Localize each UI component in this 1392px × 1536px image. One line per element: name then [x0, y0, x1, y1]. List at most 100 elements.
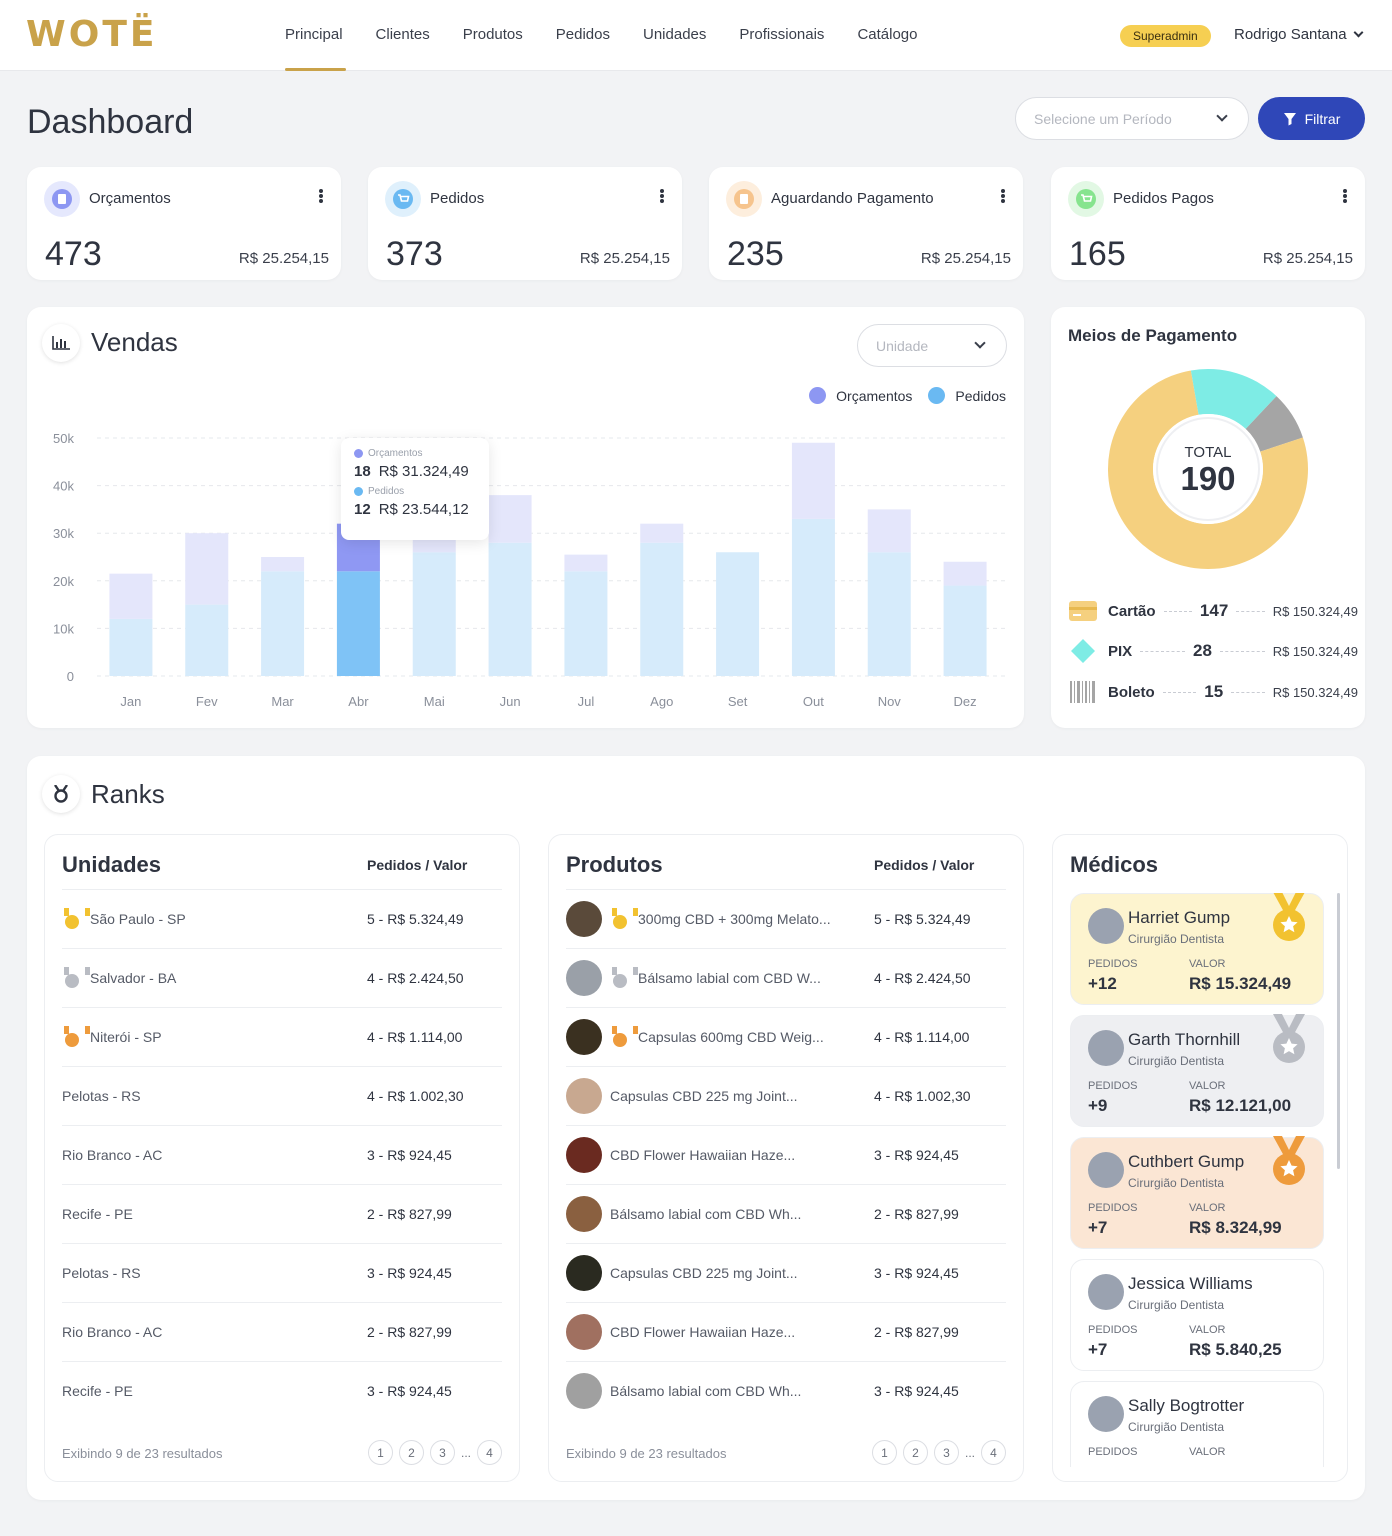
- period-select[interactable]: Selecione um Período: [1015, 97, 1249, 140]
- rank-row[interactable]: Capsulas CBD 225 mg Joint... 4 - R$ 1.002…: [566, 1066, 1006, 1125]
- bar-orcamentos[interactable]: [640, 523, 684, 543]
- rank-name: Niterói - SP: [90, 1029, 162, 1045]
- doctor-card[interactable]: Harriet Gump Cirurgião Dentista PEDIDOS …: [1070, 893, 1324, 1005]
- page-button[interactable]: 2: [398, 1440, 424, 1465]
- doctors-scrollbar[interactable]: [1337, 893, 1340, 1169]
- doctor-card[interactable]: Garth Thornhill Cirurgião Dentista PEDID…: [1070, 1014, 1324, 1127]
- bar-orcamentos[interactable]: [185, 533, 229, 605]
- nav-item-pedidos[interactable]: Pedidos: [556, 0, 610, 71]
- bar-pedidos[interactable]: [412, 552, 456, 676]
- stat-count: 165: [1069, 235, 1126, 273]
- units-title: Unidades: [62, 852, 162, 877]
- avatar: [1088, 1030, 1124, 1066]
- pix-icon: [1071, 639, 1095, 663]
- bar-orcamentos[interactable]: [867, 509, 911, 553]
- doctor-orders: +7: [1088, 1340, 1108, 1359]
- rank-name: Capsulas CBD 225 mg Joint...: [610, 1265, 798, 1281]
- doctor-card[interactable]: Cuthbert Gump Cirurgião Dentista PEDIDOS…: [1070, 1136, 1324, 1249]
- page-button[interactable]: 1: [871, 1440, 897, 1465]
- doctor-value: R$ 15.324,49: [1189, 974, 1292, 993]
- bar-pedidos[interactable]: [185, 604, 229, 676]
- doctor-name: Cuthbert Gump: [1128, 1152, 1245, 1171]
- bar-orcamentos[interactable]: [488, 495, 532, 543]
- stat-label: Aguardando Pagamento: [771, 190, 934, 207]
- rank-value: 3 - R$ 924,45: [874, 1383, 959, 1399]
- stat-card-pedidos[interactable]: Pedidos 373 R$ 25.254,15: [368, 167, 682, 280]
- bar-pedidos[interactable]: [109, 618, 153, 676]
- y-tick-label: 30k: [53, 526, 74, 541]
- rank-row[interactable]: Niterói - SP 4 - R$ 1.114,00: [62, 1007, 502, 1066]
- barcode-icon: [1070, 681, 1095, 703]
- rank-row[interactable]: CBD Flower Hawaiian Haze... 3 - R$ 924,45: [566, 1125, 1006, 1184]
- bar-orcamentos[interactable]: [564, 554, 608, 572]
- rank-row[interactable]: São Paulo - SP 5 - R$ 5.324,49: [62, 889, 502, 948]
- bar-pedidos[interactable]: [488, 542, 532, 676]
- doctor-card[interactable]: Sally Bogtrotter Cirurgião Dentista PEDI…: [1070, 1381, 1324, 1467]
- more-menu-icon[interactable]: [1001, 189, 1005, 203]
- bar-orcamentos[interactable]: [943, 561, 987, 586]
- nav-item-produtos[interactable]: Produtos: [463, 0, 523, 71]
- doctors-list[interactable]: Harriet Gump Cirurgião Dentista PEDIDOS …: [1053, 893, 1347, 1467]
- bar-pedidos[interactable]: [261, 571, 305, 676]
- rank-row[interactable]: Bálsamo labial com CBD Wh... 2 - R$ 827,9…: [566, 1184, 1006, 1243]
- page-button[interactable]: 3: [429, 1440, 455, 1465]
- page-button[interactable]: 1: [367, 1440, 393, 1465]
- silver-medal-icon: [1273, 1014, 1305, 1063]
- rank-row[interactable]: Capsulas 600mg CBD Weig... 4 - R$ 1.114,0…: [566, 1007, 1006, 1066]
- bar-pedidos[interactable]: [867, 552, 911, 676]
- page-button[interactable]: 4: [981, 1440, 1006, 1465]
- rank-row[interactable]: Bálsamo labial com CBD W... 4 - R$ 2.424,…: [566, 948, 1006, 1007]
- filter-button[interactable]: Filtrar: [1258, 97, 1365, 140]
- gold-medal-icon: [610, 908, 638, 930]
- bar-pedidos[interactable]: [564, 571, 608, 676]
- user-menu[interactable]: Rodrigo Santana: [1234, 26, 1364, 43]
- stat-card-orcamentos[interactable]: Orçamentos 473 R$ 25.254,15: [27, 167, 341, 280]
- bar-orcamentos[interactable]: [109, 573, 153, 619]
- rank-row[interactable]: Recife - PE 2 - R$ 827,99: [62, 1184, 502, 1243]
- bar-pedidos[interactable]: [791, 518, 835, 676]
- rank-row[interactable]: Recife - PE 3 - R$ 924,45: [62, 1361, 502, 1420]
- nav-item-unidades[interactable]: Unidades: [643, 0, 706, 71]
- legend-item-orcamentos[interactable]: Orçamentos: [809, 387, 912, 404]
- page-button[interactable]: 2: [902, 1440, 928, 1465]
- value-label: VALOR: [1189, 958, 1226, 970]
- avatar: [1088, 1274, 1124, 1310]
- more-menu-icon[interactable]: [660, 189, 664, 203]
- rank-row[interactable]: Capsulas CBD 225 mg Joint... 3 - R$ 924,4…: [566, 1243, 1006, 1302]
- page-button[interactable]: 3: [933, 1440, 959, 1465]
- rank-row[interactable]: Pelotas - RS 4 - R$ 1.002,30: [62, 1066, 502, 1125]
- rank-row[interactable]: Bálsamo labial com CBD Wh... 3 - R$ 924,4…: [566, 1361, 1006, 1420]
- rank-row[interactable]: Rio Branco - AC 3 - R$ 924,45: [62, 1125, 502, 1184]
- bar-pedidos[interactable]: [640, 542, 684, 676]
- rank-row[interactable]: Rio Branco - AC 2 - R$ 827,99: [62, 1302, 502, 1361]
- bar-orcamentos[interactable]: [261, 557, 305, 572]
- legend-item-pedidos[interactable]: Pedidos: [928, 387, 1006, 404]
- product-thumbnail: [566, 1314, 602, 1350]
- page-button[interactable]: 4: [477, 1440, 502, 1465]
- nav-item-catalogo[interactable]: Catálogo: [857, 0, 917, 71]
- bar-pedidos[interactable]: [336, 571, 380, 676]
- doctor-card[interactable]: Jessica Williams Cirurgião Dentista PEDI…: [1070, 1259, 1324, 1371]
- nav-item-profissionais[interactable]: Profissionais: [739, 0, 824, 71]
- nav-item-clientes[interactable]: Clientes: [376, 0, 430, 71]
- page-title: Dashboard: [27, 103, 194, 141]
- stat-card-aguardando[interactable]: Aguardando Pagamento 235 R$ 25.254,15: [709, 167, 1023, 280]
- stat-card-pagos[interactable]: Pedidos Pagos 165 R$ 25.254,15: [1051, 167, 1365, 280]
- bar-pedidos[interactable]: [716, 552, 760, 676]
- orders-label: PEDIDOS: [1088, 1202, 1138, 1214]
- rank-row[interactable]: Salvador - BA 4 - R$ 2.424,50: [62, 948, 502, 1007]
- bar-pedidos[interactable]: [943, 585, 987, 676]
- nav-item-principal[interactable]: Principal: [285, 0, 346, 71]
- payments-card: Meios de Pagamento TOTAL 190 Cartão 147 …: [1051, 307, 1365, 728]
- brand-logo[interactable]: WOTË: [26, 14, 157, 55]
- more-menu-icon[interactable]: [1343, 189, 1347, 203]
- page-ellipsis: ...: [460, 1445, 471, 1460]
- rank-row[interactable]: Pelotas - RS 3 - R$ 924,45: [62, 1243, 502, 1302]
- unit-select[interactable]: Unidade: [857, 324, 1007, 367]
- more-menu-icon[interactable]: [319, 189, 323, 203]
- rank-row[interactable]: 300mg CBD + 300mg Melato... 5 - R$ 5.324,…: [566, 889, 1006, 948]
- rank-row[interactable]: CBD Flower Hawaiian Haze... 2 - R$ 827,99: [566, 1302, 1006, 1361]
- bar-orcamentos[interactable]: [791, 442, 835, 519]
- rank-value: 3 - R$ 924,45: [874, 1147, 959, 1163]
- rank-name: Rio Branco - AC: [62, 1147, 163, 1163]
